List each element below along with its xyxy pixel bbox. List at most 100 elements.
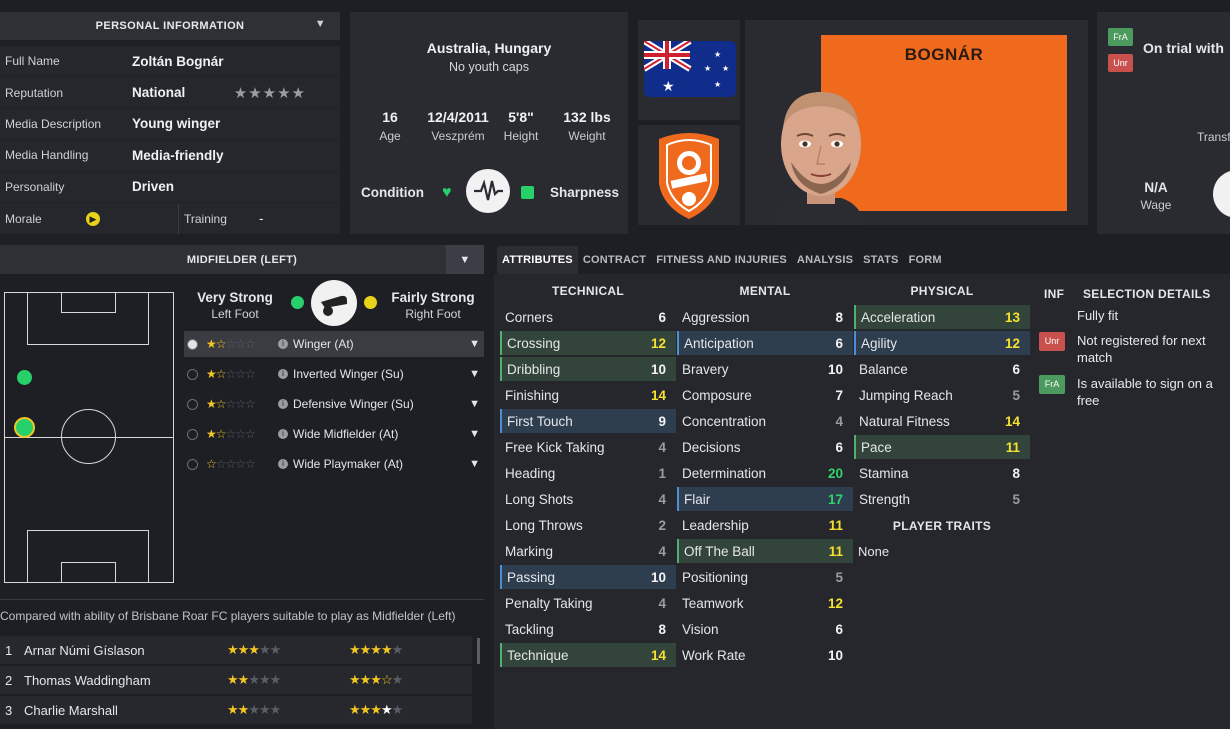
selection-item: Not registered for next match [1077, 333, 1206, 365]
tab-form[interactable]: FORM [904, 246, 947, 274]
attr-aggression[interactable]: Aggression 8 [677, 305, 853, 329]
potential-ability-stars: ★★★☆★ [349, 672, 403, 687]
chevron-down-icon[interactable]: ▼ [469, 428, 480, 440]
tab-attributes[interactable]: ATTRIBUTES [497, 246, 578, 274]
attr-positioning[interactable]: Positioning 5 [677, 565, 853, 589]
role-row-wide-midfielder[interactable]: ★☆☆☆☆ i Wide Midfielder (At) ▼ [184, 421, 484, 447]
tab-stats[interactable]: STATS [858, 246, 903, 274]
attr-flair[interactable]: Flair 17 [677, 487, 853, 511]
attr-marking[interactable]: Marking 4 [500, 539, 676, 563]
attr-dribbling[interactable]: Dribbling 10 [500, 357, 676, 381]
sharpness-icon [521, 186, 534, 199]
attr-natural-fitness[interactable]: Natural Fitness 14 [854, 409, 1030, 433]
attr-technique[interactable]: Technique 14 [500, 643, 676, 667]
role-row-wide-playmaker[interactable]: ☆☆☆☆☆ i Wide Playmaker (At) ▼ [184, 451, 484, 477]
chevron-down-icon[interactable]: ▼ [469, 458, 480, 470]
attr-value: 10 [827, 647, 843, 663]
info-icon[interactable]: i [278, 339, 288, 349]
role-radio[interactable] [187, 368, 198, 380]
position-dot-natural[interactable] [17, 370, 32, 385]
attr-value: 4 [658, 439, 666, 455]
tab-analysis[interactable]: ANALYSIS [792, 246, 858, 274]
scrollbar[interactable] [477, 638, 480, 664]
tab-bar: ATTRIBUTES CONTRACT FITNESS AND INJURIES… [497, 246, 947, 274]
attr-free-kick-taking[interactable]: Free Kick Taking 4 [500, 435, 676, 459]
chevron-down-icon[interactable]: ▼ [469, 338, 480, 350]
right-foot-dot [364, 296, 377, 309]
comparison-row[interactable]: 3 Charlie Marshall ★★★★★ ★★★★★ [0, 696, 472, 724]
left-foot-dot [291, 296, 304, 309]
svg-text:★: ★ [704, 64, 711, 73]
info-label: Full Name [5, 54, 60, 69]
chevron-down-icon[interactable]: ▼ [315, 18, 326, 30]
attr-long-throws[interactable]: Long Throws 2 [500, 513, 676, 537]
selection-item: Fully fit [1077, 308, 1119, 323]
attr-teamwork[interactable]: Teamwork 12 [677, 591, 853, 615]
current-ability-stars: ★★★★★ [227, 672, 281, 687]
attr-label: Natural Fitness [859, 413, 950, 429]
attr-work-rate[interactable]: Work Rate 10 [677, 643, 853, 667]
role-radio[interactable] [187, 458, 198, 470]
attr-jumping-reach[interactable]: Jumping Reach 5 [854, 383, 1030, 407]
role-radio[interactable] [187, 338, 198, 350]
attr-balance[interactable]: Balance 6 [854, 357, 1030, 381]
chevron-down-icon[interactable]: ▼ [446, 245, 484, 274]
attr-off-the-ball[interactable]: Off The Ball 11 [677, 539, 853, 563]
position-header[interactable]: MIDFIELDER (LEFT) ▼ [0, 245, 484, 274]
info-icon[interactable]: i [278, 369, 288, 379]
morale-icon[interactable]: ▶ [86, 211, 100, 226]
pulse-icon[interactable] [466, 169, 510, 213]
chevron-down-icon[interactable]: ▼ [469, 368, 480, 380]
attr-decisions[interactable]: Decisions 6 [677, 435, 853, 459]
personal-info-header[interactable]: PERSONAL INFORMATION ▼ [0, 12, 340, 40]
info-icon[interactable]: i [278, 459, 288, 469]
attr-heading[interactable]: Heading 1 [500, 461, 676, 485]
role-row-winger[interactable]: ★☆☆☆☆ i Winger (At) ▼ [184, 331, 484, 357]
attr-long-shots[interactable]: Long Shots 4 [500, 487, 676, 511]
physical-header: PHYSICAL [910, 284, 974, 298]
role-radio[interactable] [187, 398, 198, 410]
attr-composure[interactable]: Composure 7 [677, 383, 853, 407]
comparison-row[interactable]: 1 Arnar Númi Gíslason ★★★★★ ★★★★★ [0, 636, 472, 664]
attr-concentration[interactable]: Concentration 4 [677, 409, 853, 433]
attr-first-touch[interactable]: First Touch 9 [500, 409, 676, 433]
attr-leadership[interactable]: Leadership 11 [677, 513, 853, 537]
position-dot-selected[interactable] [14, 417, 35, 438]
pitch-diagram [4, 292, 174, 583]
boot-icon [311, 280, 357, 326]
tab-contract[interactable]: CONTRACT [578, 246, 651, 274]
info-icon[interactable]: i [278, 399, 288, 409]
contract-icon[interactable] [1213, 170, 1230, 218]
info-icon[interactable]: i [278, 429, 288, 439]
role-radio[interactable] [187, 428, 198, 440]
attr-label: Agility [861, 335, 898, 351]
svg-text:★: ★ [714, 80, 721, 89]
attr-passing[interactable]: Passing 10 [500, 565, 676, 589]
info-value: Young winger [132, 116, 221, 132]
attr-value: 10 [827, 361, 843, 377]
attr-crossing[interactable]: Crossing 12 [500, 331, 676, 355]
role-row-defensive-winger[interactable]: ★☆☆☆☆ i Defensive Winger (Su) ▼ [184, 391, 484, 417]
attr-corners[interactable]: Corners 6 [500, 305, 676, 329]
age-label: Age [379, 129, 401, 143]
attr-anticipation[interactable]: Anticipation 6 [677, 331, 853, 355]
chevron-down-icon[interactable]: ▼ [469, 398, 480, 410]
wage-label: Wage [1140, 198, 1172, 212]
attr-label: Heading [505, 465, 556, 481]
comparison-caption: Compared with ability of Brisbane Roar F… [0, 609, 456, 623]
attr-tackling[interactable]: Tackling 8 [500, 617, 676, 641]
role-row-inverted-winger[interactable]: ★☆☆☆☆ i Inverted Winger (Su) ▼ [184, 361, 484, 387]
tab-fitness-and-injuries[interactable]: FITNESS AND INJURIES [651, 246, 792, 274]
attr-pace[interactable]: Pace 11 [854, 435, 1030, 459]
attr-bravery[interactable]: Bravery 10 [677, 357, 853, 381]
attr-strength[interactable]: Strength 5 [854, 487, 1030, 511]
attr-penalty-taking[interactable]: Penalty Taking 4 [500, 591, 676, 615]
attr-acceleration[interactable]: Acceleration 13 [854, 305, 1030, 329]
attr-determination[interactable]: Determination 20 [677, 461, 853, 485]
attr-stamina[interactable]: Stamina 8 [854, 461, 1030, 485]
comparison-row[interactable]: 2 Thomas Waddingham ★★★★★ ★★★☆★ [0, 666, 472, 694]
role-name: Wide Midfielder (At) [293, 427, 399, 441]
attr-vision[interactable]: Vision 6 [677, 617, 853, 641]
attr-finishing[interactable]: Finishing 14 [500, 383, 676, 407]
attr-agility[interactable]: Agility 12 [854, 331, 1030, 355]
